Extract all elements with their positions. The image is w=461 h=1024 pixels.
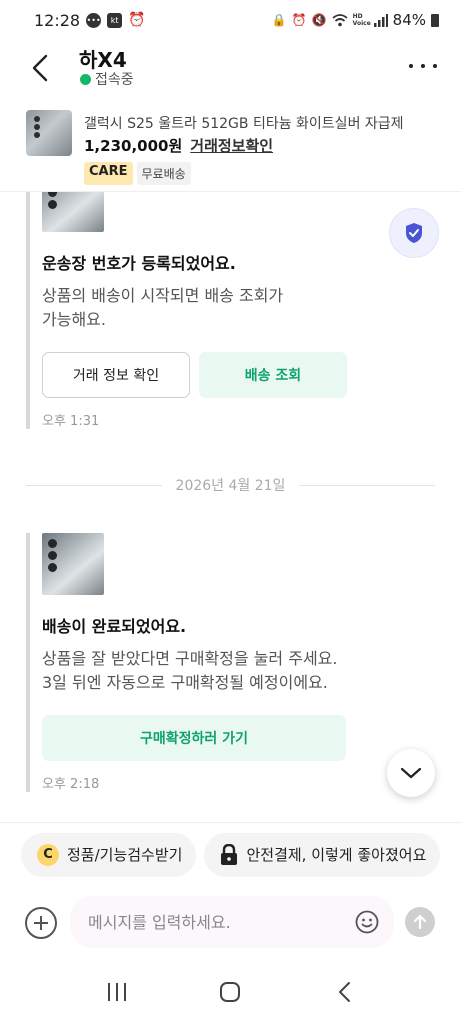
product-image[interactable] <box>42 192 104 232</box>
camera-lens-icon <box>48 539 57 548</box>
system-message-card: 배송이 완료되었어요. 상품을 잘 받았다면 구매확정을 눌러 주세요. 3일 … <box>26 533 356 792</box>
message-title: 배송이 완료되었어요. <box>42 617 187 636</box>
online-status-label: 접속중 <box>95 72 134 88</box>
camera-lens-icon <box>48 551 57 560</box>
message-actions: 구매확정하러 가기 <box>42 715 356 761</box>
status-left: 12:28 ••• kt ⏰ <box>34 11 146 30</box>
camera-lens-icon <box>34 116 40 122</box>
product-price-row: 1,230,000원 거래정보확인 <box>84 135 273 156</box>
product-badges: CARE 무료배송 <box>84 162 191 185</box>
message-time: 오후 2:18 <box>42 777 100 792</box>
dot <box>433 64 437 68</box>
camera-lens-icon <box>34 132 40 138</box>
online-status: 접속중 <box>80 69 134 89</box>
signal-icon <box>373 13 388 27</box>
message-body: 상품을 잘 받았다면 구매확정을 눌러 주세요. 3일 뒤엔 자동으로 구매확정… <box>42 647 356 695</box>
safe-payment-chip[interactable]: 안전결제, 이렇게 좋아졌어요 <box>204 832 441 877</box>
message-body-line: 가능해요. <box>42 310 106 329</box>
divider <box>299 484 435 486</box>
emoji-button[interactable] <box>355 910 379 934</box>
wifi-icon <box>332 13 348 26</box>
online-dot-icon <box>80 73 91 85</box>
message-body: 상품의 배송이 시작되면 배송 조회가 가능해요. <box>42 284 356 332</box>
chat-header: 하X4 접속중 <box>0 40 461 96</box>
camera-lens-icon <box>48 563 57 572</box>
date-separator: 2026년 4월 21일 <box>26 475 435 495</box>
kt-icon: kt <box>107 12 123 28</box>
camera-lens-icon <box>48 200 57 209</box>
message-title: 운송장 번호가 등록되었어요. <box>42 254 236 273</box>
lock-icon: 🔒 <box>271 13 287 27</box>
scroll-to-bottom-button[interactable] <box>387 749 435 797</box>
add-attachment-button[interactable] <box>25 907 57 939</box>
chat-area[interactable]: 운송장 번호가 등록되었어요. 상품의 배송이 시작되면 배송 조회가 가능해요… <box>0 192 461 822</box>
status-right: 🔒 ⏰ 🔇 HD Voice 84% <box>272 11 439 29</box>
safe-trade-badge <box>389 208 439 258</box>
message-input-bar <box>0 886 461 960</box>
camera-lens-icon <box>34 124 40 130</box>
date-label: 2026년 4월 21일 <box>175 478 286 494</box>
chevron-down-icon <box>400 767 422 779</box>
system-nav-bar <box>0 960 461 1024</box>
more-options-button[interactable] <box>409 54 437 78</box>
message-actions: 거래 정보 확인 배송 조회 <box>42 352 356 398</box>
message-body-line: 3일 뒤엔 자동으로 구매확정될 예정이에요. <box>42 673 328 692</box>
system-back-button[interactable] <box>324 972 364 1012</box>
message-icon: ••• <box>86 12 102 28</box>
mute-icon: 🔇 <box>311 13 327 27</box>
trade-info-button[interactable]: 거래 정보 확인 <box>42 352 190 398</box>
system-message-card: 운송장 번호가 등록되었어요. 상품의 배송이 시작되면 배송 조회가 가능해요… <box>26 192 356 429</box>
trade-info-link[interactable]: 거래정보확인 <box>190 135 273 156</box>
track-delivery-button[interactable]: 배송 조회 <box>199 352 347 398</box>
shield-check-icon <box>406 223 422 243</box>
chip-label: 정품/기능검수받기 <box>67 846 183 864</box>
free-shipping-badge: 무료배송 <box>136 162 191 185</box>
c-badge-icon: C <box>37 843 59 866</box>
recent-apps-icon <box>107 983 126 1001</box>
recent-apps-button[interactable] <box>97 972 137 1012</box>
chip-label: 안전결제, 이렇게 좋아졌어요 <box>246 846 427 864</box>
confirm-purchase-button[interactable]: 구매확정하러 가기 <box>42 715 346 761</box>
dot <box>421 64 425 68</box>
product-image[interactable] <box>42 533 104 595</box>
camera-lens-icon <box>48 192 57 197</box>
message-time: 오후 1:31 <box>42 414 100 429</box>
status-time: 12:28 <box>34 10 81 30</box>
smiley-icon <box>355 910 379 934</box>
arrow-up-icon <box>413 914 427 930</box>
care-badge: CARE <box>84 162 133 185</box>
chevron-left-icon <box>32 54 48 82</box>
divider <box>26 484 162 486</box>
battery-icon <box>431 13 439 27</box>
chevron-left-icon <box>339 982 351 1002</box>
product-name: 갤럭시 S25 울트라 512GB 티타늄 화이트실버 자급제 <box>84 116 404 132</box>
message-body-line: 상품을 잘 받았다면 구매확정을 눌러 주세요. <box>42 649 338 668</box>
plus-icon <box>34 916 48 930</box>
product-price: 1,230,000원 <box>84 137 183 155</box>
alarm-icon: ⏰ <box>128 12 146 28</box>
dot <box>409 64 413 68</box>
product-thumbnail[interactable] <box>26 110 72 156</box>
back-button[interactable] <box>22 48 58 88</box>
lock-icon <box>221 843 238 865</box>
send-button[interactable] <box>405 907 435 937</box>
quick-chips-bar: C 정품/기능검수받기 안전결제, 이렇게 좋아졌어요 <box>0 822 461 886</box>
message-input[interactable] <box>70 896 394 948</box>
battery-percent: 84% <box>392 11 426 29</box>
volte-icon: HD Voice <box>352 13 371 27</box>
status-bar: 12:28 ••• kt ⏰ 🔒 ⏰ 🔇 HD Voice 84% <box>0 0 461 40</box>
product-info-bar[interactable]: 갤럭시 S25 울트라 512GB 티타늄 화이트실버 자급제 1,230,00… <box>0 100 461 192</box>
alarm-icon: ⏰ <box>291 13 307 27</box>
inspection-chip[interactable]: C 정품/기능검수받기 <box>21 832 197 877</box>
home-button[interactable] <box>210 972 250 1012</box>
message-body-line: 상품의 배송이 시작되면 배송 조회가 <box>42 286 284 305</box>
home-icon <box>220 982 241 1002</box>
